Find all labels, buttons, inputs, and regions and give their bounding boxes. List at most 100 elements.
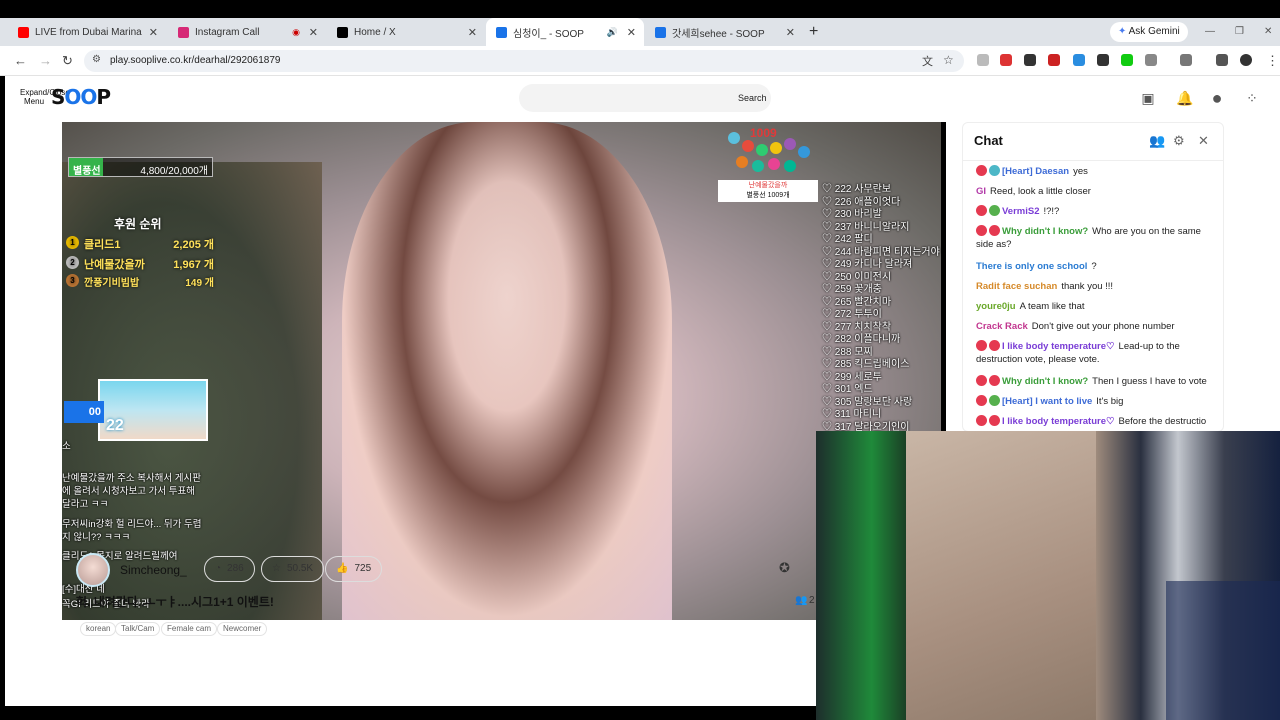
speaker-icon[interactable]: 🔊 [607,27,618,38]
site-info-icon[interactable]: ⚙ [92,54,101,65]
soop-logo[interactable]: SOOP [51,85,111,109]
chat-settings-icon[interactable]: ⚙ [1173,133,1185,149]
broadcast-icon[interactable]: ▣ [1140,90,1156,106]
streamer-name[interactable]: Simcheong_ [120,563,187,577]
balloon-stat-button[interactable]: ◔ 286 [204,556,255,582]
x-logo-icon [337,26,348,38]
video-player[interactable]: 별풍선 4,800/20,000개 후원 순위 1 클리드1 2,205 개 2… [62,122,946,620]
chat-nickname[interactable]: I like body temperature♡ [1002,341,1115,352]
new-tab-button[interactable]: + [809,18,818,46]
tab-title: LIVE from Dubai Marina – Tens [35,26,143,38]
chat-message-list[interactable]: [Heart] Daesan yes GI Reed, look a little c… [963,160,1223,431]
chat-text: Reed, look a little closer [990,186,1091,197]
chat-nickname[interactable]: youre0ju [976,301,1016,312]
extension-icon[interactable] [1073,54,1085,66]
tag-chip[interactable]: korean [80,622,117,636]
tab-title: Instagram Call [195,26,260,38]
close-icon[interactable]: ✕ [786,26,795,39]
extension-icon[interactable] [1180,54,1192,66]
more-menu-icon[interactable]: ⋮ [1266,53,1279,69]
chat-badge-icon [976,395,987,406]
chat-nickname[interactable]: Crack Rack [976,321,1028,332]
close-icon[interactable]: ✕ [627,26,636,39]
back-icon[interactable]: ← [14,53,27,68]
tag-chip[interactable]: Female cam [161,622,218,636]
extension-icon[interactable] [1097,54,1109,66]
search-label: Search [738,93,767,103]
thumbs-up-icon: 👍 [336,563,349,574]
tab-title: 갓세희sehee - SOOP [672,28,765,40]
maximize-button[interactable]: ❐ [1235,18,1244,46]
tab-soop-2[interactable]: 갓세희sehee - SOOP ✕ [645,18,803,46]
reload-icon[interactable]: ↻ [62,53,73,69]
rank-name: 클리드1 [84,239,121,251]
chat-message: Radit face suchan thank you !!! [976,280,1214,293]
song-menu-item: ♡ 244 바람피면 티지는거야 [822,246,940,258]
chat-title: Chat [974,133,1003,148]
gift-icon[interactable]: ✪ [779,560,795,576]
gemini-icon: ✦ [1118,26,1127,37]
tag-chip[interactable]: Talk/Cam [115,622,161,636]
chat-badge-icon [976,165,987,176]
logo-letter-s: S [51,85,65,109]
extension-icon[interactable] [977,54,989,66]
chat-badge-icon [989,165,1000,176]
balloon-icon [770,142,782,154]
forward-icon[interactable]: → [39,53,52,68]
chat-nickname[interactable]: There is only one school [976,261,1087,272]
streamer-avatar[interactable] [76,553,110,587]
extension-icon[interactable] [1121,54,1133,66]
chat-badge-icon [976,205,987,216]
tab-title: Home / X [354,26,396,38]
logo-letter-p: P [96,85,111,109]
user-avatar-icon[interactable]: ● [1209,89,1225,107]
profile-avatar-icon[interactable] [1240,54,1252,66]
tab-youtube[interactable]: LIVE from Dubai Marina – Tens ✕ [8,18,166,46]
extension-icon[interactable] [1000,54,1012,66]
balloon-alert: 1009 난예물갔을까 별풍선 1009개 [718,126,818,202]
minimize-button[interactable]: — [1205,18,1215,46]
balloon-icon [752,160,764,172]
apps-grid-icon[interactable]: ⁘ [1244,90,1260,106]
omnibox[interactable]: ⚙ play.sooplive.co.kr/dearhal/292061879 [84,50,964,72]
tab-soop-active[interactable]: 심청이_ - SOOP 🔊 ✕ [486,18,644,46]
tab-instagram[interactable]: Instagram Call ◉ ✕ [168,18,326,46]
tab-x[interactable]: Home / X ✕ [327,18,485,46]
chat-nickname[interactable]: GI [976,186,986,197]
chat-nickname[interactable]: Why didn't I know? [1002,226,1088,237]
chat-text: yes [1073,166,1088,177]
translate-icon[interactable]: 文 [922,53,933,69]
tag-chip[interactable]: Newcomer [217,622,268,636]
close-icon[interactable]: ✕ [468,26,477,39]
extension-icon[interactable] [1024,54,1036,66]
like-button[interactable]: 👍 725 [325,556,383,582]
close-icon[interactable]: ✕ [149,26,158,39]
extensions-puzzle-icon[interactable] [1145,54,1157,66]
close-icon[interactable]: ✕ [309,26,318,39]
chat-close-icon[interactable]: ✕ [1198,133,1209,149]
ask-gemini-button[interactable]: ✦ Ask Gemini [1110,22,1188,42]
chat-text: thank you !!! [1061,281,1114,292]
song-menu-item: ♡ 250 이미전시 [822,271,892,283]
notification-bell-icon[interactable]: 🔔 [1176,90,1193,106]
song-menu-item: ♡ 311 마티니 [822,409,882,420]
chat-nickname[interactable]: I like body temperature♡ [1002,416,1115,427]
chat-users-icon[interactable]: 👥 [1149,133,1165,149]
search-input[interactable]: Search [519,84,771,112]
extension-icon[interactable] [1048,54,1060,66]
balloon-icon [784,138,796,150]
song-menu-item: ♡ 277 치치착착 [822,321,892,333]
screen: LIVE from Dubai Marina – Tens ✕ Instagra… [0,0,1280,720]
chat-nickname[interactable]: Radit face suchan [976,281,1057,292]
chat-nickname[interactable]: Why didn't I know? [1002,376,1088,387]
song-menu-item: ♡ 242 팔디 [822,234,873,245]
chat-nickname[interactable]: [Heart] I want to live [1002,396,1092,407]
extension-icon[interactable] [1216,54,1228,66]
bookmark-star-icon[interactable]: ☆ [943,53,954,67]
close-window-button[interactable]: ✕ [1264,18,1272,46]
chat-nickname[interactable]: VermiS2 [1002,206,1040,217]
url-text[interactable]: play.sooplive.co.kr/dearhal/292061879 [110,55,281,66]
ask-gemini-label: Ask Gemini [1128,26,1180,37]
chat-nickname[interactable]: [Heart] Daesan [1002,166,1069,177]
favorite-button[interactable]: ☆ 50.5K [261,556,325,582]
